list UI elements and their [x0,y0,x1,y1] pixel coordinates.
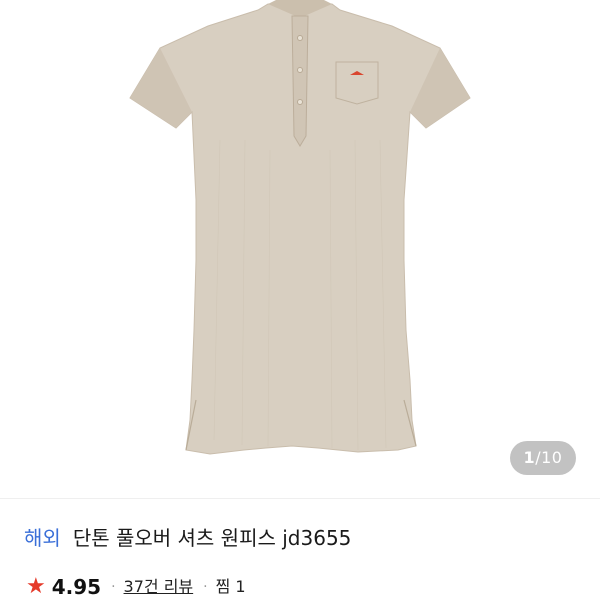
origin-badge: 해외 [24,526,61,550]
image-counter-current: 1 [523,448,536,467]
reviews-link[interactable]: 37건 리뷰 [124,574,194,600]
product-photo [129,0,471,455]
product-meta: ★ 4.95 · 37건 리뷰 · 찜 1 [26,574,246,600]
star-icon: ★ [26,574,46,599]
likes-count: 찜 1 [215,577,246,596]
image-counter: 1/10 [510,441,576,475]
image-counter-total: 10 [541,448,563,467]
product-image-gallery[interactable]: 1/10 [0,0,600,498]
product-title: 해외 단톤 풀오버 셔츠 원피스 jd3655 [24,523,351,553]
product-name: 단톤 풀오버 셔츠 원피스 jd3655 [72,526,352,550]
separator-dot-2: · [203,579,208,595]
rating-value: 4.95 [51,575,102,599]
divider [0,498,600,499]
separator-dot: · [111,579,116,595]
